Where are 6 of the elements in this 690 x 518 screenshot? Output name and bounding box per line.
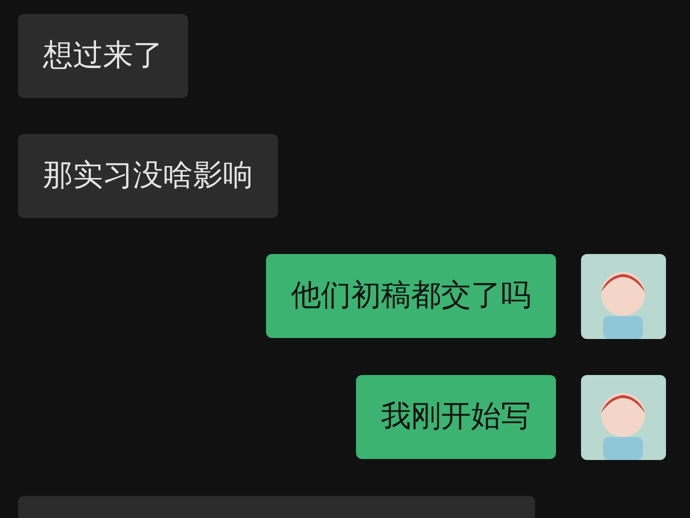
sent-message-bubble: 他们初稿都交了吗 xyxy=(266,254,556,338)
received-message-bubble: 想过来了 xyxy=(18,14,188,98)
avatar-icon[interactable] xyxy=(581,375,666,460)
received-message-bubble: 那实习没啥影响 xyxy=(18,134,278,218)
sent-message-bubble: 我刚开始写 xyxy=(356,375,556,459)
avatar-icon[interactable] xyxy=(581,254,666,339)
